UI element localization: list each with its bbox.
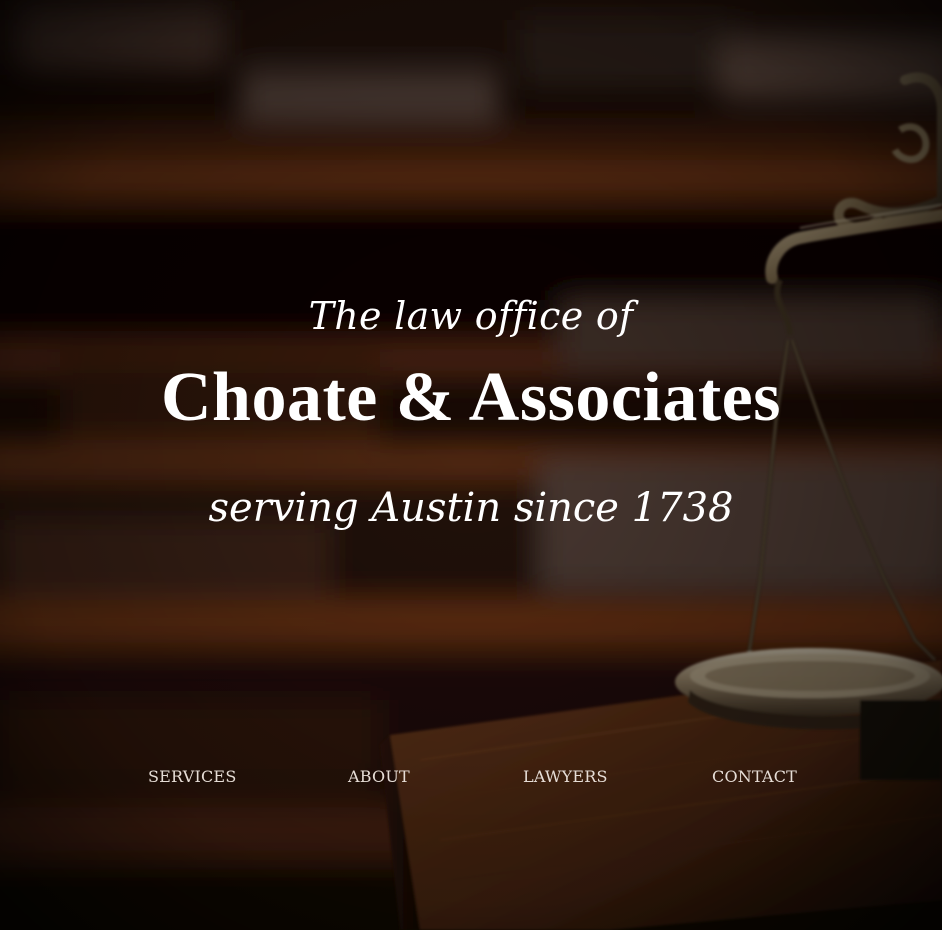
nav-link-about[interactable]: ABOUT (348, 764, 410, 790)
hero-section: The law office of Choate & Associates se… (0, 0, 942, 930)
hero-overlay (0, 0, 942, 930)
main-nav: SERVICES ABOUT LAWYERS CONTACT (0, 764, 942, 790)
nav-link-services[interactable]: SERVICES (148, 764, 236, 790)
page-title: Choate & Associates (161, 359, 781, 436)
hero-intro: The law office of (308, 294, 634, 338)
nav-link-contact[interactable]: CONTACT (712, 764, 797, 790)
nav-link-lawyers[interactable]: LAWYERS (523, 764, 608, 790)
hero-tagline: serving Austin since 1738 (208, 485, 734, 531)
